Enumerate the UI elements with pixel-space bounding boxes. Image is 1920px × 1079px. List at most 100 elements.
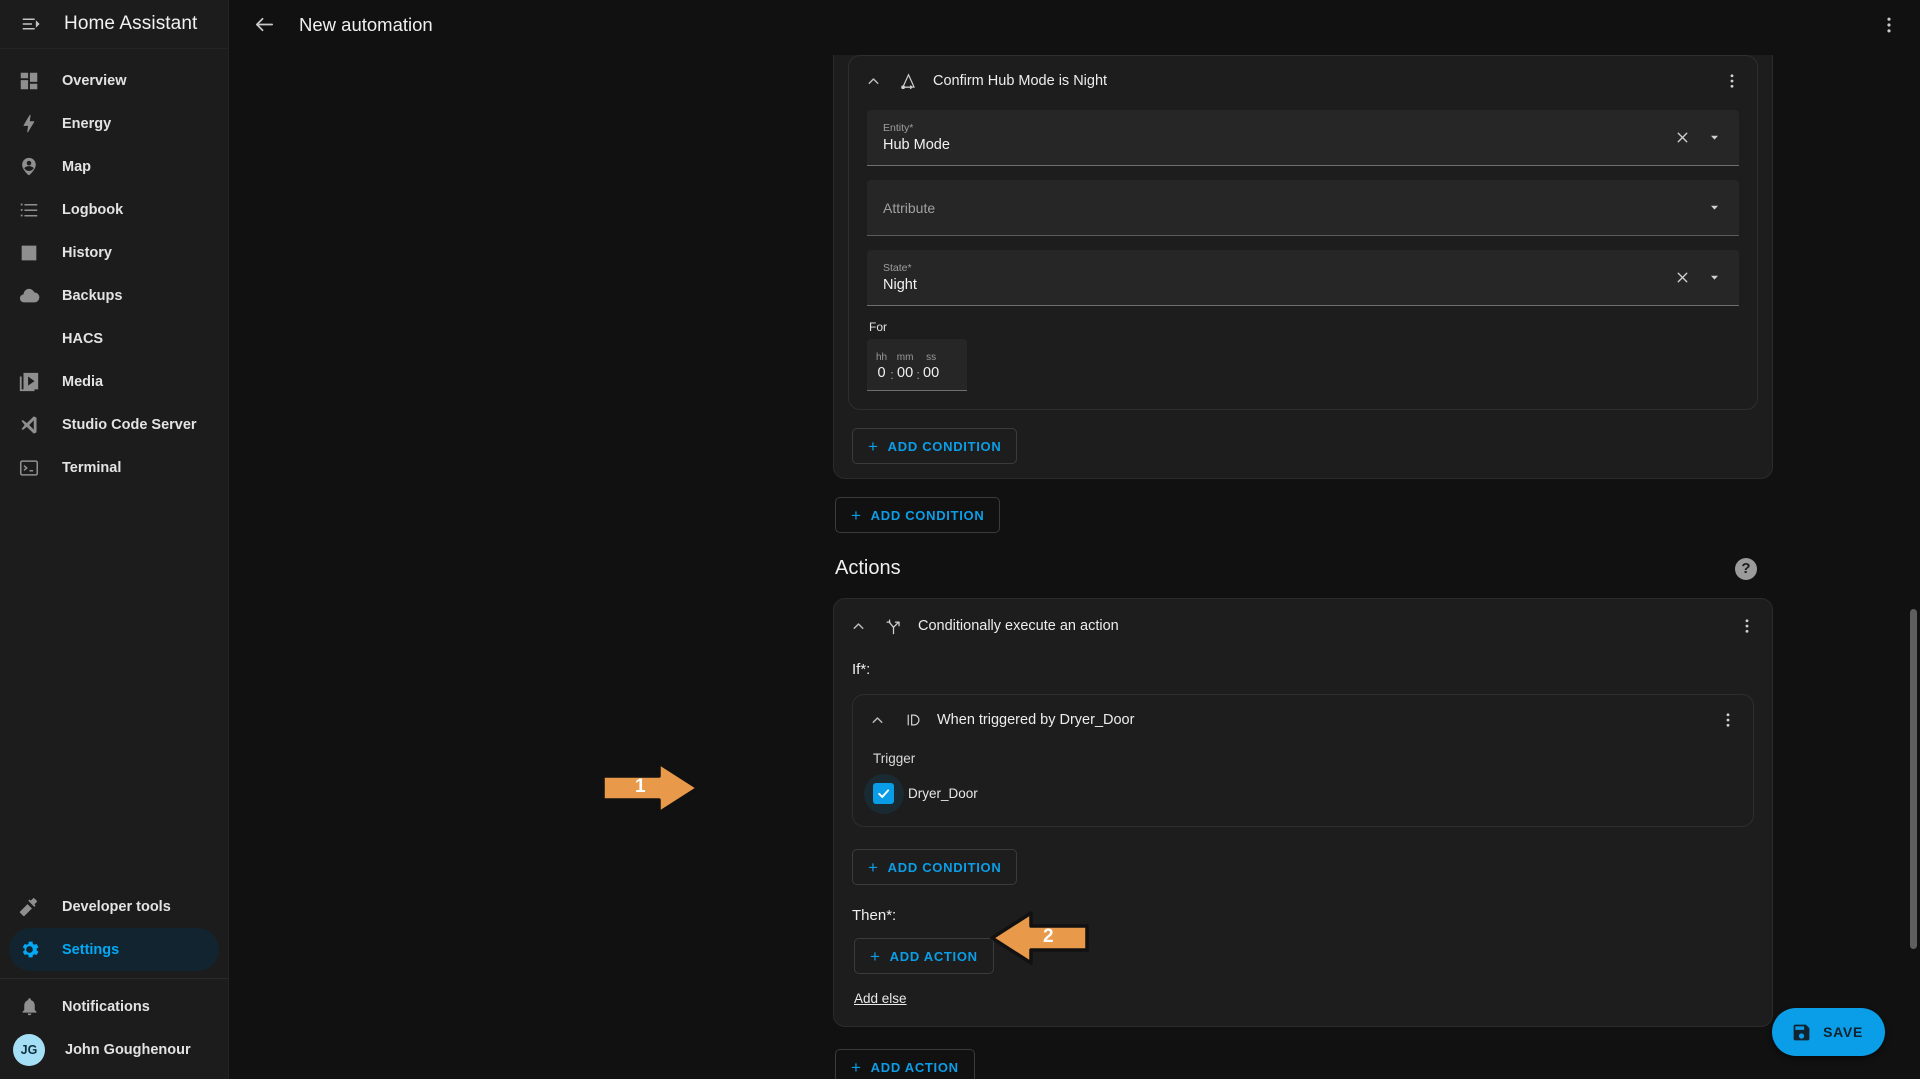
- trigger-checkbox-row: Dryer_Door: [863, 773, 1735, 814]
- trigger-label: Trigger: [873, 751, 916, 766]
- sidebar-item-developer-tools[interactable]: Developer tools: [9, 885, 219, 928]
- then-add-action-label: ADD ACTION: [889, 948, 978, 964]
- sidebar-item-overview[interactable]: Overview: [9, 59, 219, 102]
- duration-separator: :: [916, 367, 921, 382]
- help-circle-icon[interactable]: ?: [1735, 557, 1757, 580]
- if-label: If*:: [852, 661, 871, 678]
- field-gap: [867, 236, 1739, 250]
- conditional-action-card: Conditionally execute an action If*: Whe…: [833, 598, 1773, 1027]
- duration-separator: :: [890, 367, 894, 382]
- sidebar-item-backups[interactable]: Backups: [9, 274, 219, 317]
- duration-mm-value: 00: [897, 365, 914, 381]
- for-label: For: [869, 320, 887, 334]
- sidebar-item-label: Notifications: [62, 998, 150, 1015]
- then-add-condition-wrap: + ADD CONDITION: [852, 827, 1754, 885]
- top-bar: New automation: [229, 0, 1920, 49]
- trigger-condition-overflow-button[interactable]: [1717, 709, 1739, 731]
- back-button[interactable]: [245, 6, 283, 44]
- sidebar-item-map[interactable]: Map: [9, 145, 219, 188]
- duration-hours[interactable]: hh 0: [876, 351, 887, 383]
- state-condition-body: Entity* Hub Mode Attribute State* Night …: [849, 102, 1757, 409]
- sidebar-item-terminal[interactable]: Terminal: [9, 446, 219, 489]
- inner-add-condition-button[interactable]: + ADD CONDITION: [852, 428, 1018, 464]
- attribute-field[interactable]: Attribute: [867, 180, 1739, 236]
- then-label: Then*:: [852, 907, 897, 924]
- sidebar-item-label: Backups: [62, 287, 123, 304]
- duration-minutes[interactable]: mm 00: [897, 351, 914, 383]
- vertical-scrollbar[interactable]: [1910, 609, 1917, 949]
- sidebar-header: Home Assistant: [0, 0, 228, 49]
- entity-field-value: Hub Mode: [883, 136, 950, 153]
- sidebar-item-history[interactable]: History: [9, 231, 219, 274]
- app-root: Home Assistant Overview Energy Map Logbo…: [0, 0, 1920, 1079]
- sidebar-item-user[interactable]: JG John Goughenour: [9, 1028, 219, 1071]
- if-add-condition-button[interactable]: + ADD CONDITION: [852, 849, 1018, 885]
- trigger-condition-header: When triggered by Dryer_Door: [853, 695, 1753, 741]
- plus-icon: +: [851, 1057, 862, 1077]
- sidebar-item-label: Terminal: [62, 459, 122, 476]
- menu-collapse-icon[interactable]: [14, 7, 48, 41]
- vscode-icon: [16, 412, 42, 438]
- entity-field[interactable]: Entity* Hub Mode: [867, 110, 1739, 166]
- sidebar-item-label: Media: [62, 373, 104, 390]
- duration-hh-label: hh: [876, 352, 888, 363]
- close-icon[interactable]: [1669, 265, 1695, 291]
- plus-icon: +: [870, 946, 881, 966]
- save-button[interactable]: SAVE: [1772, 1008, 1885, 1056]
- close-icon[interactable]: [1669, 125, 1695, 151]
- sidebar-item-studio-code-server[interactable]: Studio Code Server: [9, 403, 219, 446]
- conditional-action-header: Conditionally execute an action: [834, 599, 1772, 647]
- sidebar-item-notifications[interactable]: Notifications: [9, 985, 219, 1028]
- add-else-link[interactable]: Add else: [854, 991, 907, 1006]
- then-add-action-button[interactable]: + ADD ACTION: [854, 938, 994, 974]
- bell-icon: [16, 994, 42, 1020]
- avatar: JG: [13, 1033, 45, 1066]
- chevron-down-icon[interactable]: [1701, 195, 1727, 221]
- then-add-action-wrap: + ADD ACTION: [852, 924, 1754, 974]
- sidebar-item-settings[interactable]: Settings: [9, 928, 219, 971]
- actions-section-header: Actions ?: [833, 533, 1773, 580]
- if-add-condition-label: ADD CONDITION: [887, 859, 1002, 875]
- console-icon: [16, 455, 42, 481]
- content-save-icon: [1791, 1022, 1812, 1043]
- state-field-value: Night: [883, 276, 917, 293]
- attribute-field-actions: [1701, 195, 1727, 221]
- sidebar-nav: Overview Energy Map Logbook History Back…: [0, 49, 228, 489]
- state-condition-icon: [897, 70, 919, 92]
- cloud-icon: [16, 283, 42, 309]
- inner-add-condition-label: ADD CONDITION: [887, 438, 1002, 454]
- sidebar-bottom: Developer tools Settings Notifications J…: [0, 885, 228, 1079]
- sidebar-item-hacs[interactable]: HACS: [9, 317, 219, 360]
- trigger-checkbox[interactable]: [863, 773, 904, 814]
- chart-box-icon: [16, 240, 42, 266]
- sidebar-item-energy[interactable]: Energy: [9, 102, 219, 145]
- duration-input[interactable]: hh 0 : mm 00 : ss 00: [867, 339, 967, 391]
- trigger-condition-title: When triggered by Dryer_Door: [937, 712, 1135, 728]
- entity-field-texts: Entity* Hub Mode: [883, 121, 1669, 155]
- sidebar-item-label: Developer tools: [62, 898, 171, 915]
- bottom-add-action-button[interactable]: + ADD ACTION: [835, 1049, 975, 1079]
- sidebar-item-label: HACS: [62, 330, 104, 347]
- sidebar-item-label: John Goughenour: [65, 1041, 191, 1058]
- chevron-down-icon[interactable]: [1701, 265, 1727, 291]
- sidebar-item-label: History: [62, 244, 112, 261]
- hacs-icon: [16, 326, 42, 352]
- state-field-texts: State* Night: [883, 261, 1669, 295]
- field-gap: [867, 166, 1739, 180]
- chevron-up-icon[interactable]: [867, 710, 887, 730]
- conditional-action-overflow-button[interactable]: [1736, 615, 1758, 637]
- state-condition-overflow-button[interactable]: [1721, 70, 1743, 92]
- sidebar-title: Home Assistant: [64, 13, 198, 34]
- chevron-up-icon[interactable]: [863, 71, 883, 91]
- overflow-menu-button[interactable]: [1870, 6, 1908, 44]
- editor-column: Confirm Hub Mode is Night Entity* Hub Mo…: [833, 55, 1773, 1079]
- sidebar-item-media[interactable]: Media: [9, 360, 219, 403]
- chevron-down-icon[interactable]: [1701, 125, 1727, 151]
- sidebar-item-logbook[interactable]: Logbook: [9, 188, 219, 231]
- actions-title: Actions: [835, 557, 901, 579]
- state-field[interactable]: State* Night: [867, 250, 1739, 306]
- chevron-up-icon[interactable]: [848, 616, 868, 636]
- outer-add-condition-label: ADD CONDITION: [870, 507, 985, 523]
- outer-add-condition-button[interactable]: + ADD CONDITION: [835, 497, 1001, 533]
- duration-seconds[interactable]: ss 00: [923, 351, 939, 383]
